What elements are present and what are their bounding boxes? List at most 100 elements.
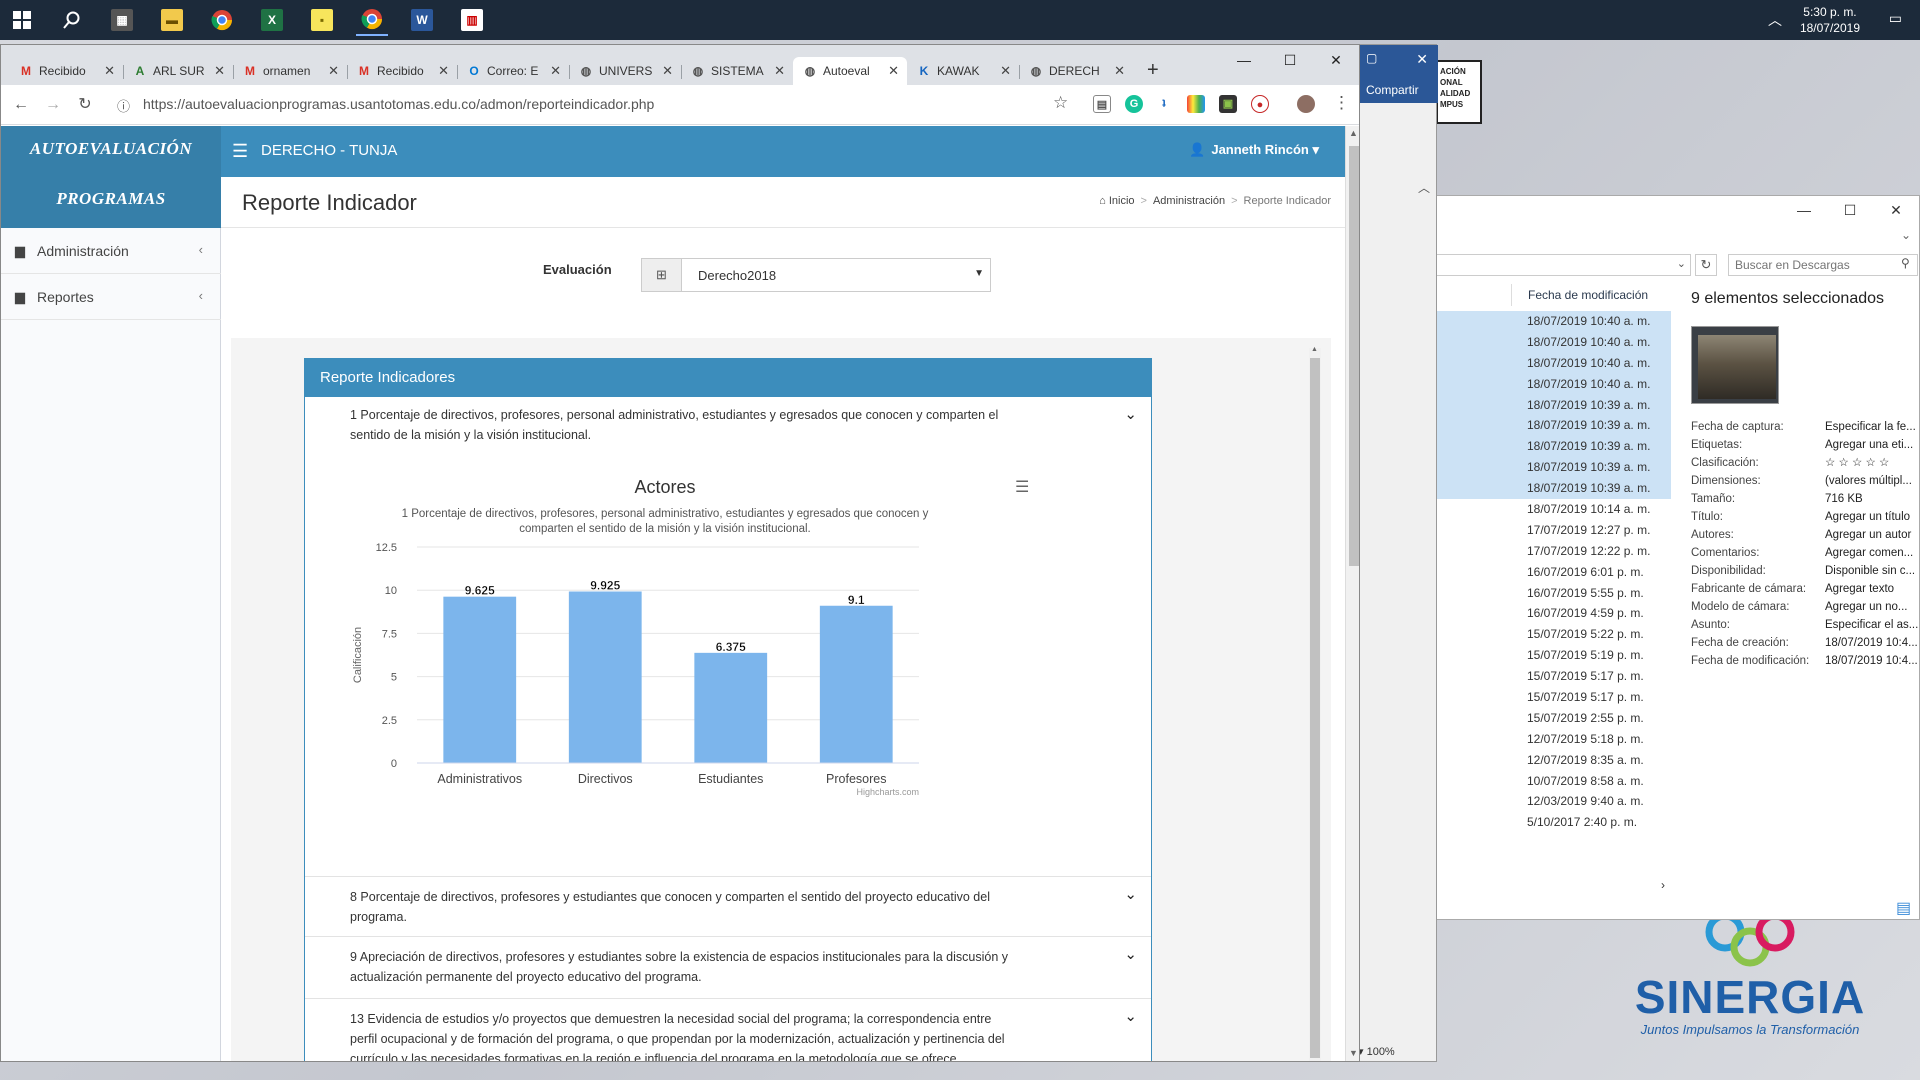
indicator-item-9[interactable]: 9 Apreciación de directivos, profesores … <box>305 937 1151 999</box>
excel-icon[interactable]: X <box>256 4 288 36</box>
details-view-icon[interactable]: ▤ <box>1896 898 1911 918</box>
file-row[interactable]: 17/07/2019 12:27 p. m. <box>1431 520 1671 541</box>
forward-icon[interactable]: → <box>41 93 65 117</box>
file-row[interactable]: 16/07/2019 4:59 p. m. <box>1431 603 1671 624</box>
windows-start-icon[interactable] <box>6 4 38 36</box>
close-icon[interactable]: ✕ <box>1313 45 1359 75</box>
file-row[interactable]: 15/07/2019 5:22 p. m. <box>1431 624 1671 645</box>
file-row[interactable]: 18/07/2019 10:39 a. m. <box>1431 436 1671 458</box>
user-menu[interactable]: 👤 Janneth Rincón ▾ <box>1189 142 1319 158</box>
file-row[interactable]: 18/07/2019 10:39 a. m. <box>1431 478 1671 500</box>
browser-tab[interactable]: ◍ Autoeval ✕ <box>793 57 907 85</box>
explorer-address-bar[interactable]: ⌄ <box>1431 254 1691 276</box>
word-icon[interactable]: W <box>406 4 438 36</box>
file-row[interactable]: 12/03/2019 9:40 a. m. <box>1431 791 1671 812</box>
property-value[interactable]: Agregar texto <box>1825 580 1920 598</box>
minimize-icon[interactable]: — <box>1221 45 1267 75</box>
close-icon[interactable]: ✕ <box>1873 196 1919 224</box>
report-scrollbar[interactable]: ▲ <box>1309 346 1321 1061</box>
maximize-icon[interactable]: ☐ <box>1267 45 1313 75</box>
indicator-item-8[interactable]: 8 Porcentaje de directivos, profesores y… <box>305 877 1151 937</box>
page-scrollbar[interactable]: ▲ ▼ <box>1345 126 1359 1061</box>
back-icon[interactable]: ← <box>9 93 33 117</box>
property-value[interactable]: 18/07/2019 10:4... <box>1825 634 1920 652</box>
reader-extension-icon[interactable]: ▤ <box>1093 95 1111 113</box>
bookmark-star-icon[interactable]: ☆ <box>1053 93 1068 113</box>
zoom-level[interactable]: ▾ 100% <box>1358 1045 1438 1058</box>
evaluation-select[interactable]: ⊞ Derecho2018 ▼ <box>641 258 991 292</box>
share-button[interactable]: Compartir <box>1366 83 1419 97</box>
new-tab-button[interactable]: + <box>1147 59 1159 82</box>
taskbar-clock[interactable]: 5:30 p. m. 18/07/2019 <box>1800 4 1860 36</box>
reload-icon[interactable]: ↻ <box>73 93 97 117</box>
tab-close-icon[interactable]: ✕ <box>774 57 785 85</box>
browser-tab[interactable]: ◍ UNIVERS ✕ <box>569 57 681 85</box>
sidebar-toggle-icon[interactable]: ☰ <box>232 141 248 162</box>
file-row[interactable]: 18/07/2019 10:40 a. m. <box>1431 311 1671 332</box>
notification-icon[interactable]: ▭ <box>1889 10 1902 27</box>
tab-close-icon[interactable]: ✕ <box>1114 57 1125 85</box>
translate-extension-icon[interactable]: ʇ <box>1155 95 1173 113</box>
record-extension-icon[interactable]: ● <box>1251 95 1269 113</box>
tab-close-icon[interactable]: ✕ <box>888 57 899 85</box>
file-row[interactable]: 15/07/2019 5:17 p. m. <box>1431 687 1671 708</box>
restore-icon[interactable]: ▢ <box>1366 51 1377 65</box>
file-row[interactable]: 15/07/2019 5:17 p. m. <box>1431 666 1671 687</box>
explorer-search-input[interactable] <box>1728 254 1918 276</box>
property-value[interactable]: Agregar un autor <box>1825 526 1920 544</box>
file-row[interactable]: 18/07/2019 10:40 a. m. <box>1431 373 1671 395</box>
sidebar-item-administracion[interactable]: ▆ Administración ‹ <box>1 228 221 274</box>
tab-close-icon[interactable]: ✕ <box>328 57 339 85</box>
browser-tab[interactable]: ◍ SISTEMA ✕ <box>681 57 793 85</box>
file-row[interactable]: 16/07/2019 5:55 p. m. <box>1431 583 1671 604</box>
tab-close-icon[interactable]: ✕ <box>104 57 115 85</box>
file-row[interactable]: 18/07/2019 10:14 a. m. <box>1431 499 1671 520</box>
file-row[interactable]: 18/07/2019 10:40 a. m. <box>1431 331 1671 353</box>
tab-close-icon[interactable]: ✕ <box>438 57 449 85</box>
sticky-notes-icon[interactable]: ▪ <box>306 4 338 36</box>
chevron-down-icon[interactable]: ⌄ <box>1124 405 1137 423</box>
site-info-icon[interactable]: ⓘ <box>117 96 130 115</box>
property-value[interactable]: Agregar un no... <box>1825 598 1920 616</box>
file-row[interactable]: 12/07/2019 5:18 p. m. <box>1431 729 1671 750</box>
file-row[interactable]: 18/07/2019 10:39 a. m. <box>1431 415 1671 437</box>
file-explorer-icon[interactable]: ▬ <box>156 4 188 36</box>
chrome-icon[interactable] <box>206 4 238 36</box>
property-value[interactable]: 716 KB <box>1825 490 1920 508</box>
ribbon-expand-icon[interactable]: ⌄ <box>1901 228 1911 242</box>
browser-tab[interactable]: Mornamen ✕ <box>233 57 347 85</box>
file-row[interactable]: 18/07/2019 10:39 a. m. <box>1431 394 1671 416</box>
file-row[interactable]: 16/07/2019 6:01 p. m. <box>1431 562 1671 583</box>
browser-tab[interactable]: O Correo: E ✕ <box>457 57 569 85</box>
browser-tab[interactable]: A ARL SUR ✕ <box>123 57 233 85</box>
file-row[interactable]: 18/07/2019 10:40 a. m. <box>1431 352 1671 374</box>
minimize-icon[interactable]: — <box>1781 196 1827 224</box>
property-value[interactable]: Agregar una eti... <box>1825 436 1920 454</box>
browser-tab[interactable]: M Recibido ✕ <box>347 57 457 85</box>
address-dropdown-icon[interactable]: ⌄ <box>1677 257 1686 270</box>
chevron-down-icon[interactable]: ⌄ <box>1124 945 1137 963</box>
chart-menu-icon[interactable]: ☰ <box>1015 477 1029 497</box>
maximize-icon[interactable]: ☐ <box>1827 196 1873 224</box>
browser-tab[interactable]: M Recibido ✕ <box>9 57 123 85</box>
file-row[interactable]: 5/10/2017 2:40 p. m. <box>1431 812 1671 833</box>
color-extension-icon[interactable] <box>1187 95 1205 113</box>
browser-tab[interactable]: ◍ DERECH ✕ <box>1019 57 1133 85</box>
collapse-up-icon[interactable]: ︿ <box>1418 179 1430 196</box>
property-value[interactable]: Disponible sin c... <box>1825 562 1920 580</box>
sidebar-item-reportes[interactable]: ▆ Reportes ‹ <box>1 274 221 320</box>
file-row[interactable]: 12/07/2019 8:35 a. m. <box>1431 750 1671 771</box>
property-value[interactable]: ☆ ☆ ☆ ☆ ☆ <box>1825 454 1920 472</box>
column-header-date[interactable]: Fecha de modificación <box>1511 284 1671 306</box>
tab-close-icon[interactable]: ✕ <box>1000 57 1011 85</box>
tab-close-icon[interactable]: ✕ <box>550 57 561 85</box>
refresh-icon[interactable]: ↻ <box>1695 254 1717 276</box>
file-row[interactable]: 15/07/2019 5:19 p. m. <box>1431 645 1671 666</box>
horizontal-scroll-right[interactable]: › <box>1431 878 1671 894</box>
breadcrumb-administracion[interactable]: Administración <box>1153 195 1225 207</box>
extension-icon[interactable]: ▣ <box>1219 95 1237 113</box>
chevron-down-icon[interactable]: ⌄ <box>1124 1007 1137 1025</box>
indicator-item-13[interactable]: 13 Evidencia de estudios y/o proyectos q… <box>305 999 1151 1061</box>
chrome-active-icon[interactable] <box>356 4 388 36</box>
tab-close-icon[interactable]: ✕ <box>214 57 225 85</box>
